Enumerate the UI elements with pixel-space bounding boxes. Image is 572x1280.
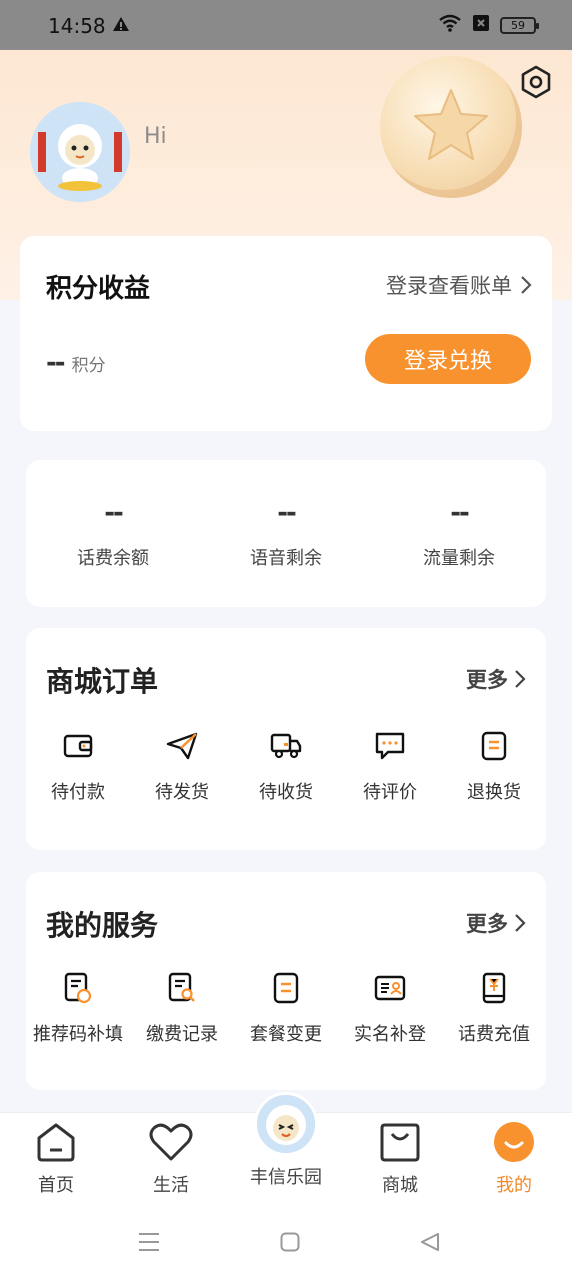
points-balance: -- 积分 (46, 348, 106, 378)
order-label: 待收货 (259, 782, 313, 803)
system-nav-bar (0, 1202, 572, 1280)
login-redeem-button[interactable]: 登录兑换 (365, 334, 531, 384)
tab-label: 生活 (153, 1175, 189, 1196)
balance-label: 话费余额 (77, 548, 149, 569)
mall-orders-card: 商城订单 更多 待付款 待发货 待收货 待评价 退换货 (26, 628, 546, 850)
service-plan-change[interactable]: 套餐变更 (234, 970, 338, 1046)
tab-fengxin-park[interactable]: 丰信乐园 (236, 1092, 336, 1189)
view-bill-label: 登录查看账单 (386, 274, 512, 298)
home-square-icon[interactable] (280, 1232, 300, 1256)
order-pending-payment[interactable]: 待付款 (26, 728, 130, 804)
orders-more-link[interactable]: 更多 (466, 664, 526, 694)
balance-item-fee[interactable]: -- 话费余额 (33, 498, 193, 570)
avatar[interactable] (30, 102, 130, 202)
chevron-right-icon (515, 914, 526, 932)
settings-icon[interactable] (518, 64, 554, 104)
truck-icon (234, 728, 338, 764)
order-label: 待评价 (363, 782, 417, 803)
section-title: 商城订单 (46, 665, 159, 698)
chevron-right-icon (515, 670, 526, 688)
more-label: 更多 (466, 668, 508, 692)
mascot-avatar (254, 1092, 318, 1156)
service-label: 话费充值 (458, 1024, 530, 1045)
star-coin-icon (380, 56, 522, 198)
order-label: 待付款 (51, 782, 105, 803)
balance-value: -- (277, 498, 297, 528)
status-bar: 14:58 59 (0, 0, 572, 50)
service-label: 推荐码补填 (33, 1024, 123, 1045)
wallet-icon (26, 728, 130, 764)
service-label: 实名补登 (354, 1024, 426, 1045)
points-unit: 积分 (71, 356, 106, 376)
balance-label: 语音剩余 (250, 548, 322, 569)
tab-label: 丰信乐园 (250, 1167, 322, 1188)
sim-icon (472, 14, 490, 36)
id-card-icon (338, 970, 442, 1006)
wifi-icon (438, 14, 462, 36)
shopping-bag-icon (350, 1119, 450, 1165)
tab-home[interactable]: 首页 (6, 1119, 106, 1197)
points-card: 积分收益 登录查看账单 -- 积分 登录兑换 (20, 236, 552, 431)
comment-icon (338, 728, 442, 764)
services-more-link[interactable]: 更多 (466, 908, 526, 938)
heart-icon (121, 1119, 221, 1165)
order-pending-review[interactable]: 待评价 (338, 728, 442, 804)
tab-label: 我的 (496, 1175, 532, 1196)
phone-recharge-icon (442, 970, 546, 1006)
home-icon (6, 1119, 106, 1165)
menu-icon[interactable] (138, 1232, 160, 1256)
more-label: 更多 (466, 912, 508, 936)
service-label: 缴费记录 (146, 1024, 218, 1045)
order-pending-shipment[interactable]: 待发货 (130, 728, 234, 804)
tab-mine[interactable]: 我的 (464, 1119, 564, 1197)
chevron-right-icon (521, 276, 532, 294)
tab-mall[interactable]: 商城 (350, 1119, 450, 1197)
my-services-card: 我的服务 更多 推荐码补填 缴费记录 套餐变更 实名补登 话费充值 (26, 872, 546, 1090)
back-triangle-icon[interactable] (420, 1232, 440, 1256)
profile-smile-icon (464, 1119, 564, 1165)
section-title: 我的服务 (46, 909, 159, 942)
points-title: 积分收益 (46, 274, 151, 304)
tab-label: 商城 (382, 1175, 418, 1196)
send-icon (130, 728, 234, 764)
balance-card: -- 话费余额 -- 语音剩余 -- 流量剩余 (26, 460, 546, 607)
referral-doc-icon (26, 970, 130, 1006)
return-icon (442, 728, 546, 764)
balance-item-voice[interactable]: -- 语音剩余 (206, 498, 366, 570)
tab-label: 首页 (38, 1175, 74, 1196)
plan-change-icon (234, 970, 338, 1006)
battery-indicator: 59 (500, 16, 539, 34)
balance-item-data[interactable]: -- 流量剩余 (379, 498, 539, 570)
tab-life[interactable]: 生活 (121, 1119, 221, 1197)
payment-record-icon (130, 970, 234, 1006)
balance-value: -- (104, 498, 124, 528)
greeting-text: Hi (144, 124, 167, 149)
bottom-tab-bar: 首页 生活 丰信乐园 商城 我的 (0, 1092, 572, 1202)
order-label: 待发货 (155, 782, 209, 803)
order-label: 退换货 (467, 782, 521, 803)
service-phone-recharge[interactable]: 话费充值 (442, 970, 546, 1046)
view-bill-link[interactable]: 登录查看账单 (386, 270, 532, 300)
warning-icon (112, 16, 130, 36)
service-real-name[interactable]: 实名补登 (338, 970, 442, 1046)
service-payment-records[interactable]: 缴费记录 (130, 970, 234, 1046)
order-returns[interactable]: 退换货 (442, 728, 546, 804)
balance-value: -- (450, 498, 470, 528)
order-pending-receipt[interactable]: 待收货 (234, 728, 338, 804)
service-label: 套餐变更 (250, 1024, 322, 1045)
balance-label: 流量剩余 (423, 548, 495, 569)
service-referral-code[interactable]: 推荐码补填 (26, 970, 130, 1046)
status-time: 14:58 (48, 14, 106, 38)
points-value: -- (46, 348, 66, 378)
